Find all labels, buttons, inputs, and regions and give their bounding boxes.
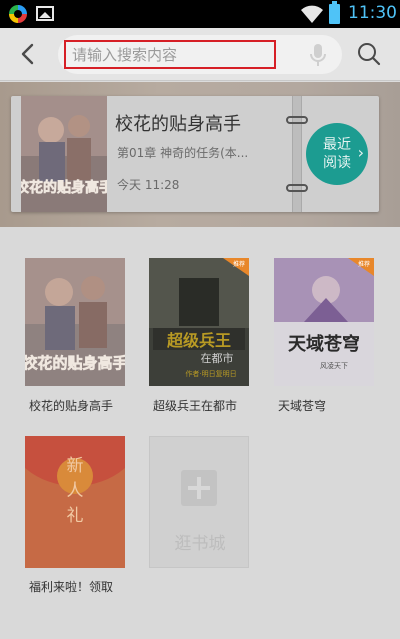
plus-icon — [181, 470, 217, 506]
recent-book-title: 校花的贴身高手 — [115, 114, 241, 135]
add-book-tile[interactable]: 逛书城 — [149, 436, 249, 568]
microphone-icon[interactable] — [310, 43, 326, 67]
recent-cover-text: 校花的贴身高手 — [21, 179, 107, 196]
book-grid: 校花的贴身高手 校花的贴身高手 超级兵王 在都市 作者·明日复明日 推荐 超级兵… — [0, 227, 400, 639]
chevron-right-icon: › — [357, 143, 364, 162]
battery-icon — [329, 1, 340, 24]
app-notification-icon — [9, 5, 27, 23]
status-time: 11:30 — [348, 3, 397, 23]
book-cover[interactable]: 超级兵王 在都市 作者·明日复明日 — [149, 258, 249, 386]
welfare-title: 福利来啦！领取 — [29, 580, 114, 594]
recent-reading-button[interactable]: 最近 阅读 › — [306, 123, 368, 185]
recent-book-cover[interactable]: 校花的贴身高手 — [21, 96, 107, 212]
red-packet-icon[interactable]: 新人礼 — [25, 436, 125, 568]
search-header — [0, 28, 400, 81]
recommend-badge: 推荐 — [223, 258, 249, 276]
book-cover-author: 风凌天下 — [320, 361, 348, 370]
binder-ring — [286, 184, 308, 192]
book-cover[interactable]: 校花的贴身高手 — [25, 258, 125, 386]
book-cover-subtitle: 在都市 — [201, 351, 234, 365]
book-cover-text: 超级兵王 — [166, 331, 231, 350]
status-bar: 11:30 — [0, 0, 400, 28]
book-cover-author: 作者·明日复明日 — [185, 369, 236, 378]
search-icon[interactable] — [357, 42, 381, 66]
red-packet-text: 新人礼 — [25, 454, 125, 529]
red-packet-label: 新人礼 — [66, 456, 84, 526]
recommend-badge-text: 推荐 — [358, 260, 370, 268]
bookshelf: 校花的贴身高手 校花的贴身高手 第01章 神奇的任务(本... 今天 11:28… — [0, 82, 400, 639]
recent-chapter: 第01章 神奇的任务(本... — [117, 146, 249, 160]
recommend-badge: 推荐 — [348, 258, 374, 276]
recent-reading-banner: 校花的贴身高手 校花的贴身高手 第01章 神奇的任务(本... 今天 11:28… — [0, 82, 400, 227]
book-title: 校花的贴身高手 — [29, 399, 114, 413]
add-tile-label: 逛书城 — [174, 534, 226, 554]
book-title: 超级兵王在都市 — [153, 399, 238, 413]
back-icon[interactable] — [14, 40, 42, 68]
recent-read-time: 今天 11:28 — [117, 178, 180, 192]
image-notification-icon — [36, 6, 54, 21]
recent-reading-card[interactable]: 校花的贴身高手 校花的贴身高手 第01章 神奇的任务(本... 今天 11:28… — [11, 96, 379, 212]
binder-spine — [292, 96, 302, 212]
binder-ring — [286, 116, 308, 124]
book-cover[interactable]: 天域苍穹 风凌天下 — [274, 258, 374, 386]
recommend-badge-text: 推荐 — [233, 260, 245, 268]
book-title: 天域苍穹 — [278, 399, 327, 413]
wifi-icon — [301, 5, 323, 23]
search-input[interactable] — [64, 40, 276, 69]
book-cover-text: 校花的贴身高手 — [25, 354, 125, 372]
book-cover-text: 天域苍穹 — [288, 333, 360, 355]
search-box — [58, 35, 342, 74]
